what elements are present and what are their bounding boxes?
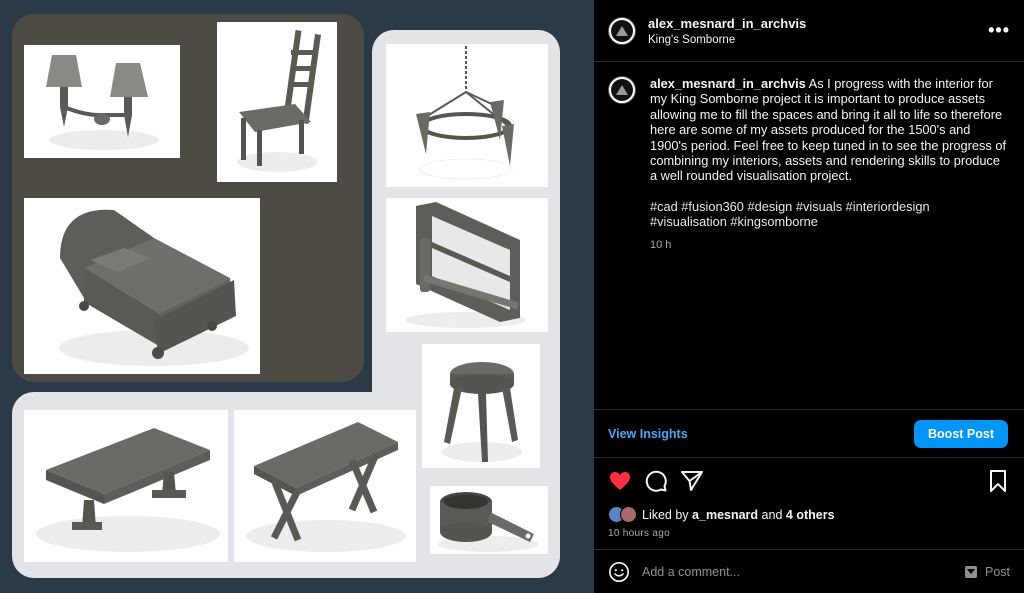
post-image[interactable] [0, 0, 594, 593]
header-username[interactable]: alex_mesnard_in_archvis [648, 16, 806, 31]
caption-hashtags[interactable]: #cad #fusion360 #design #visuals #interi… [650, 199, 1008, 230]
liker-avatars[interactable] [608, 506, 640, 524]
asset-shelf [386, 198, 548, 332]
emoji-icon[interactable] [608, 561, 630, 583]
comment-icon[interactable] [644, 469, 668, 493]
send-icon[interactable] [680, 469, 704, 493]
bookmark-icon[interactable] [986, 469, 1010, 493]
post-sidebar: alex_mesnard_in_archvis King's Somborne … [594, 0, 1024, 593]
likes-user[interactable]: a_mesnard [692, 508, 758, 522]
avatar[interactable] [608, 16, 636, 45]
action-bar [594, 458, 1024, 504]
header-location[interactable]: King's Somborne [648, 34, 806, 46]
post-comment-label: Post [984, 564, 1010, 579]
post-header: alex_mesnard_in_archvis King's Somborne … [594, 0, 1024, 62]
asset-refectory-table [24, 410, 228, 562]
caption-body: As I progress with the interior for my K… [650, 76, 1007, 184]
heart-icon[interactable] [608, 469, 632, 493]
asset-chandelier [386, 44, 548, 187]
comment-bar: Post [594, 549, 1024, 593]
caption-username[interactable]: alex_mesnard_in_archvis [650, 76, 806, 91]
boost-post-button[interactable]: Boost Post [914, 419, 1008, 448]
asset-chair [217, 22, 337, 182]
asset-saucepan [430, 486, 548, 554]
post-timestamp: 10 hours ago [608, 528, 670, 539]
instagram-post-view: alex_mesnard_in_archvis King's Somborne … [0, 0, 1024, 593]
dropdown-icon[interactable] [964, 565, 977, 578]
caption-age: 10 h [650, 238, 672, 251]
caption-area: alex_mesnard_in_archvis As I progress wi… [594, 62, 1024, 410]
likes-and: and [761, 508, 783, 522]
insights-bar: View Insights Boost Post [594, 410, 1024, 458]
comment-input[interactable] [642, 564, 965, 579]
post-comment-button[interactable]: Post [964, 564, 1010, 579]
likes-prefix: Liked by [642, 508, 689, 522]
more-options-icon[interactable]: ••• [988, 20, 1010, 41]
likes-line: Liked by a_mesnard and 4 others [594, 504, 1024, 526]
caption-avatar[interactable] [608, 76, 636, 104]
asset-wall-sconce [24, 45, 180, 158]
asset-trestle-table [234, 410, 416, 562]
asset-bed [24, 198, 260, 374]
caption-text: alex_mesnard_in_archvis As I progress wi… [650, 76, 1008, 184]
view-insights-link[interactable]: View Insights [608, 427, 688, 441]
asset-stool [422, 344, 540, 468]
likes-others[interactable]: 4 others [786, 508, 835, 522]
